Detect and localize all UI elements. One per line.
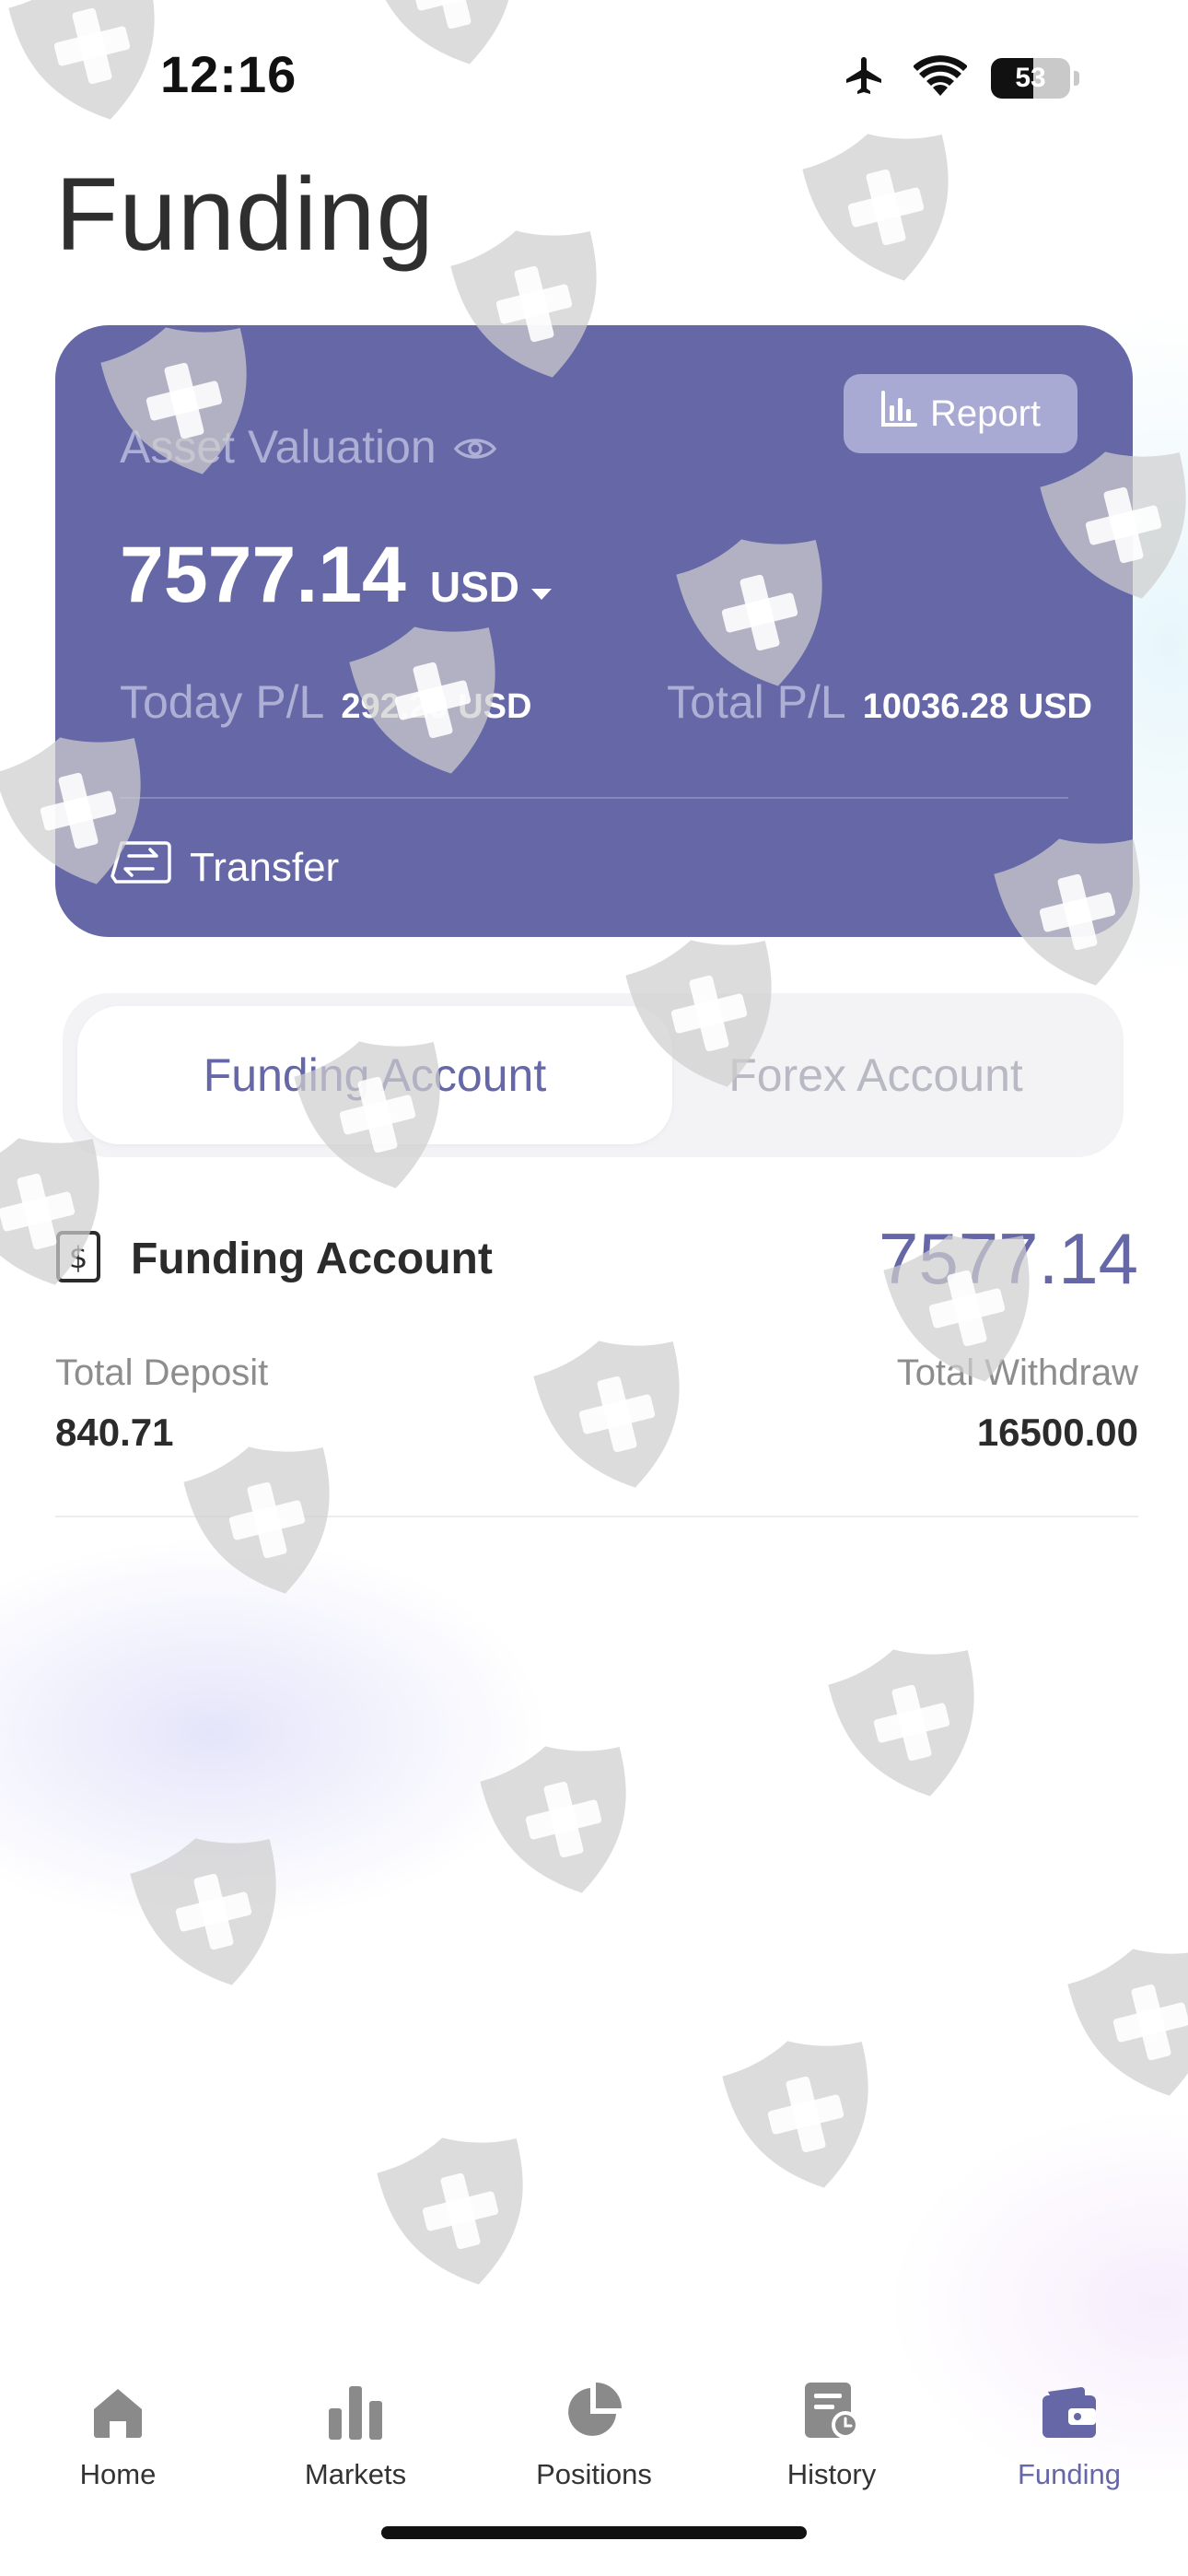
tab-home[interactable]: Home bbox=[17, 2309, 219, 2491]
watermark-shield-icon bbox=[1063, 1931, 1188, 2113]
tab-history-label: History bbox=[786, 2458, 877, 2490]
eye-icon[interactable] bbox=[453, 420, 497, 474]
funding-account-name: Funding Account bbox=[131, 1234, 493, 1283]
dollar-document-icon: $ bbox=[55, 1230, 103, 1288]
watermark-shield-icon bbox=[475, 1728, 652, 1911]
watermark-shield-icon bbox=[125, 1821, 302, 2003]
card-divider bbox=[120, 797, 1068, 799]
funding-account-balance: 7577.14 bbox=[879, 1217, 1138, 1299]
tab-markets-label: Markets bbox=[304, 2458, 407, 2490]
markets-icon bbox=[327, 2366, 384, 2440]
today-pl: Today P/L 292.20 USD bbox=[120, 675, 531, 729]
bottom-tab-bar: Home Markets Positions History Funding bbox=[0, 2309, 1188, 2576]
svg-text:$: $ bbox=[69, 1240, 87, 1275]
asset-value-row: 7577.14 USD bbox=[120, 530, 553, 621]
today-pl-label: Today P/L bbox=[120, 676, 325, 728]
currency-label: USD bbox=[429, 563, 519, 611]
funding-account-header: $ Funding Account 7577.14 bbox=[55, 1216, 1138, 1301]
total-deposit-value: 840.71 bbox=[55, 1411, 174, 1454]
tab-history[interactable]: History bbox=[730, 2309, 933, 2491]
caret-down-icon bbox=[530, 562, 553, 612]
section-divider bbox=[55, 1516, 1138, 1517]
status-time: 12:16 bbox=[160, 45, 297, 103]
funding-account-section: $ Funding Account 7577.14 Total Deposit … bbox=[55, 1216, 1138, 1517]
status-icons: 53 bbox=[840, 53, 1079, 102]
tab-markets[interactable]: Markets bbox=[254, 2309, 457, 2491]
report-label: Report bbox=[929, 392, 1042, 434]
report-button[interactable]: Report bbox=[844, 374, 1077, 453]
funding-icon bbox=[1041, 2366, 1098, 2440]
total-deposit-label: Total Deposit bbox=[55, 1352, 269, 1393]
tab-funding[interactable]: Funding bbox=[968, 2309, 1171, 2491]
tab-home-label: Home bbox=[79, 2458, 157, 2490]
total-pl-label: Total P/L bbox=[667, 676, 846, 728]
watermark-shield-icon bbox=[717, 2023, 894, 2206]
tab-forex-account[interactable]: Forex Account bbox=[578, 1006, 1173, 1144]
today-pl-value: 292.20 USD bbox=[341, 687, 532, 726]
positions-icon bbox=[565, 2366, 623, 2440]
status-bar: 12:16 53 bbox=[0, 0, 1188, 157]
transfer-icon bbox=[109, 839, 173, 896]
total-withdraw-value: 16500.00 bbox=[976, 1411, 1138, 1454]
tab-positions-label: Positions bbox=[536, 2458, 652, 2490]
battery-level: 53 bbox=[1015, 62, 1046, 93]
asset-valuation-text: Asset Valuation bbox=[120, 421, 437, 473]
bar-chart-icon bbox=[880, 391, 917, 437]
funding-account-title: $ Funding Account bbox=[55, 1230, 493, 1288]
asset-value: 7577.14 bbox=[120, 531, 406, 619]
watermark-shield-icon bbox=[823, 1632, 1000, 1814]
watermark-shield-icon bbox=[372, 2120, 549, 2302]
battery-tip bbox=[1074, 70, 1079, 86]
battery-indicator: 53 bbox=[991, 57, 1070, 99]
asset-valuation-card: Report Asset Valuation 7577.14 USD Today… bbox=[55, 325, 1133, 937]
total-pl-value: 10036.28 USD bbox=[862, 687, 1092, 726]
history-icon bbox=[803, 2366, 860, 2440]
home-icon bbox=[91, 2366, 145, 2440]
home-indicator bbox=[381, 2526, 807, 2539]
total-deposit: Total Deposit 840.71 bbox=[55, 1352, 268, 1455]
transfer-label: Transfer bbox=[190, 844, 340, 890]
transfer-button[interactable]: Transfer bbox=[109, 839, 339, 896]
page-title: Funding bbox=[55, 157, 435, 272]
total-pl: Total P/L 10036.28 USD bbox=[667, 675, 1092, 729]
funding-account-stats: Total Deposit 840.71 Total Withdraw 1650… bbox=[55, 1352, 1138, 1455]
tab-funding-label: Funding bbox=[1017, 2458, 1122, 2490]
tab-positions[interactable]: Positions bbox=[493, 2309, 695, 2491]
asset-valuation-label: Asset Valuation bbox=[120, 420, 497, 474]
airplane-icon bbox=[840, 53, 890, 102]
wifi-icon bbox=[913, 55, 968, 100]
account-tab-switcher: Funding Account Forex Account bbox=[63, 993, 1124, 1157]
total-withdraw-label: Total Withdraw bbox=[896, 1352, 1138, 1393]
currency-selector[interactable]: USD bbox=[430, 562, 553, 612]
total-withdraw: Total Withdraw 16500.00 bbox=[897, 1352, 1138, 1455]
